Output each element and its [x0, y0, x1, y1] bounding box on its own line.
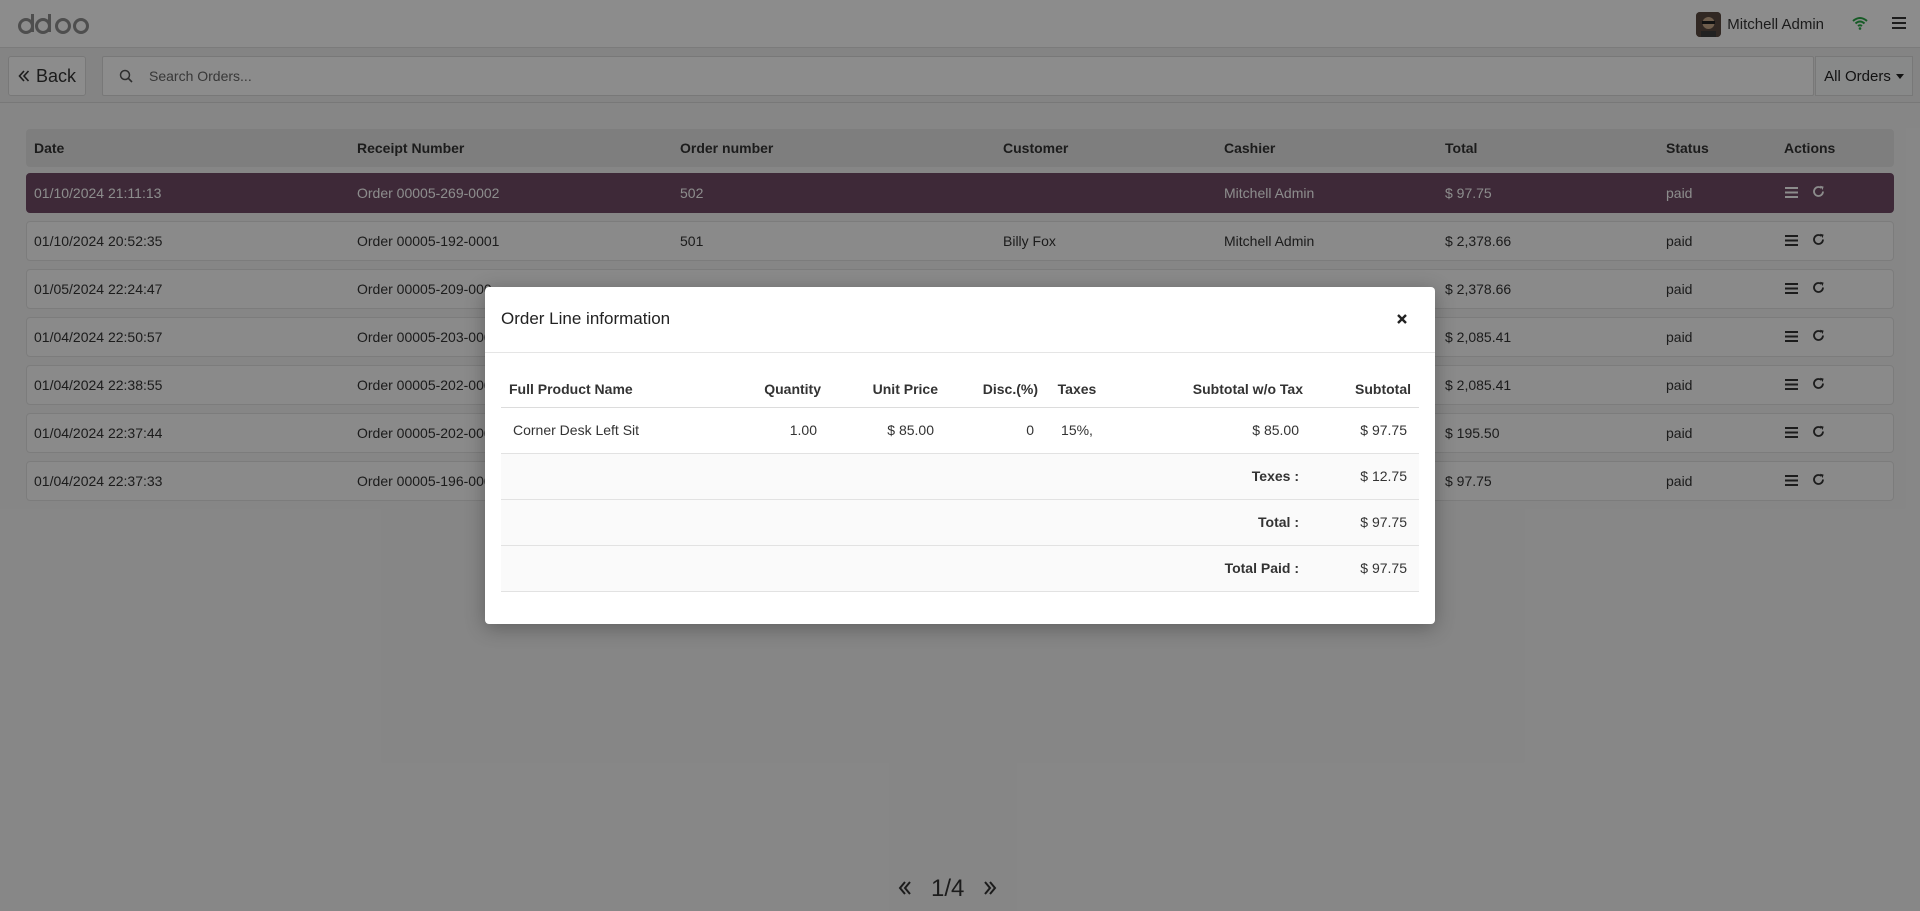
header-subtotal: Subtotal — [1303, 353, 1419, 408]
order-line-dialog: Order Line information Full Product Name… — [485, 287, 1435, 624]
order-lines-table: Full Product Name Quantity Unit Price Di… — [501, 353, 1419, 592]
summary-label: Total Paid : — [501, 545, 1303, 592]
header-taxes: Taxes — [1038, 353, 1116, 408]
line-taxes: 15%, — [1038, 407, 1116, 454]
lines-header-row: Full Product Name Quantity Unit Price Di… — [501, 353, 1419, 408]
header-unit-price: Unit Price — [821, 353, 938, 408]
line-subtotal: $ 97.75 — [1303, 407, 1419, 454]
line-unit-price: $ 85.00 — [821, 407, 938, 454]
summary-value: $ 97.75 — [1303, 499, 1419, 546]
line-discount: 0 — [938, 407, 1038, 454]
line-quantity: 1.00 — [726, 407, 821, 454]
order-line-row: Corner Desk Left Sit 1.00 $ 85.00 0 15%,… — [501, 407, 1419, 454]
header-quantity: Quantity — [726, 353, 821, 408]
line-product: Corner Desk Left Sit — [501, 407, 726, 454]
dialog-body: Full Product Name Quantity Unit Price Di… — [501, 353, 1419, 592]
summary-label: Total : — [501, 499, 1303, 546]
header-product: Full Product Name — [501, 353, 726, 408]
close-icon[interactable] — [1395, 312, 1409, 326]
summary-label: Texes : — [501, 453, 1303, 500]
header-discount: Disc.(%) — [938, 353, 1038, 408]
line-subtotal-wo-tax: $ 85.00 — [1116, 407, 1303, 454]
taxes-summary-row: Texes : $ 12.75 — [501, 453, 1419, 500]
dialog-header: Order Line information — [485, 287, 1435, 353]
header-subtotal-wo-tax: Subtotal w/o Tax — [1116, 353, 1303, 408]
total-paid-summary-row: Total Paid : $ 97.75 — [501, 545, 1419, 592]
total-summary-row: Total : $ 97.75 — [501, 499, 1419, 546]
summary-value: $ 12.75 — [1303, 453, 1419, 500]
dialog-title: Order Line information — [501, 309, 671, 328]
summary-value: $ 97.75 — [1303, 545, 1419, 592]
